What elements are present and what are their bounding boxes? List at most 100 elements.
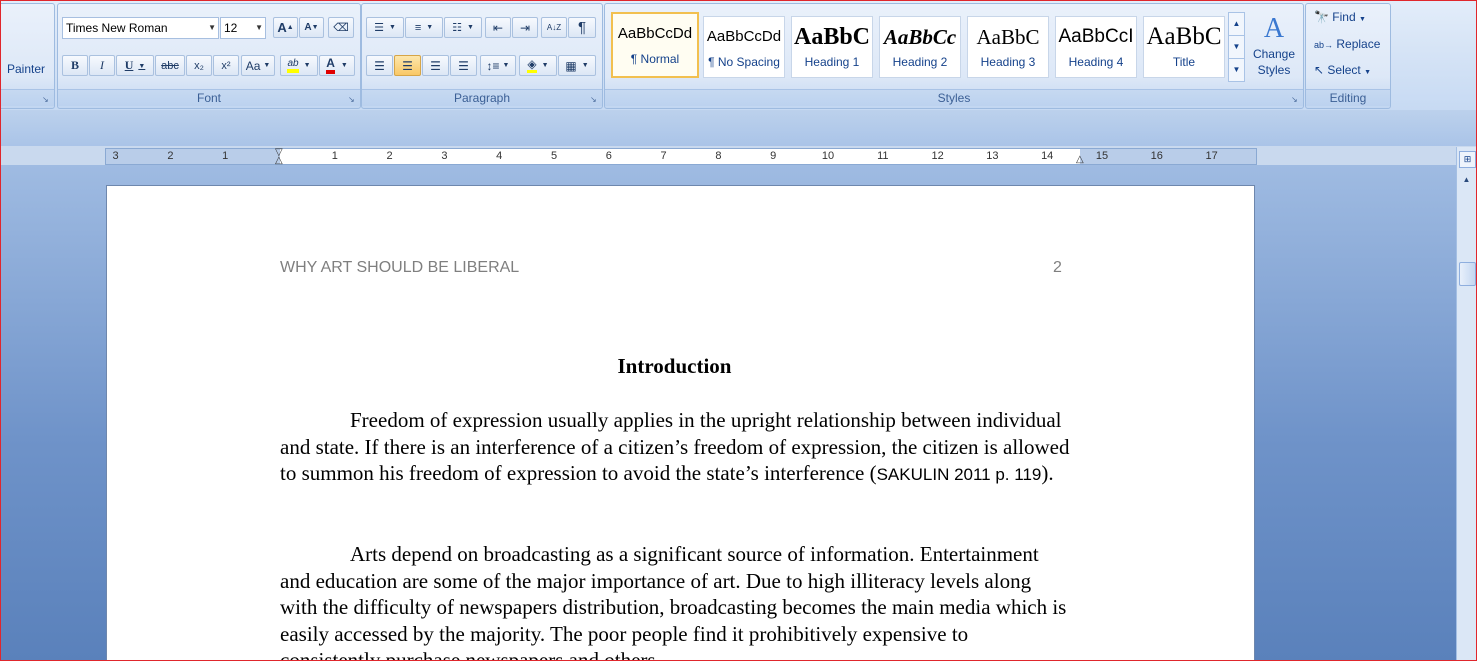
format-painter-button[interactable]: Painter (7, 62, 45, 76)
underline-button[interactable]: U ▼ (116, 55, 154, 76)
vertical-scrollbar[interactable]: ⊞ ▲ (1456, 147, 1477, 661)
paragraph-launcher-icon[interactable]: ↘ (590, 95, 599, 104)
ruler-tick-label: 9 (770, 150, 777, 162)
align-left-button[interactable]: ☰ (366, 55, 393, 76)
horizontal-ruler[interactable]: 3 2 1 1 2 3 4 5 6 7 8 9 10 11 12 13 14 15 16 17 ▽ △ △ (105, 148, 1257, 166)
bullets-button[interactable]: ☰ ▼ (366, 17, 404, 38)
font-color-button[interactable]: A ▼ (319, 55, 355, 76)
bold-button[interactable]: B (62, 55, 88, 76)
line-spacing-button[interactable]: ↕≡ ▼ (480, 55, 516, 76)
styles-scroll-up-icon[interactable]: ▲ (1228, 12, 1245, 36)
replace-button[interactable]: ab→ Replace (1314, 37, 1380, 51)
ruler-tick-label: 3 (441, 150, 448, 162)
subscript-button[interactable]: x₂ (186, 55, 212, 76)
multilevel-list-button[interactable]: ☷ ▼ (444, 17, 482, 38)
change-styles-button[interactable]: A Change Styles (1248, 12, 1300, 82)
chevron-down-icon: ▼ (426, 24, 434, 31)
style-heading-4[interactable]: AaBbCcI Heading 4 (1055, 16, 1137, 78)
ruler-toggle-icon[interactable]: ⊞ (1459, 151, 1476, 168)
ruler-tick-label: 6 (605, 150, 612, 162)
chevron-down-icon: ▼ (263, 62, 271, 69)
binoculars-icon: 🔭 (1314, 10, 1329, 24)
ruler-tick-label: 5 (550, 150, 558, 162)
style-name: Heading 3 (980, 55, 1036, 69)
style-heading-2[interactable]: AaBbCc Heading 2 (879, 16, 961, 78)
ruler-tick-label: 4 (496, 150, 503, 162)
select-button[interactable]: ↖ Select ▼ (1314, 63, 1371, 77)
styles-launcher-icon[interactable]: ↘ (1291, 95, 1300, 104)
style-title[interactable]: AaBbC Title (1143, 16, 1225, 78)
scroll-up-icon[interactable]: ▲ (1459, 173, 1474, 187)
scroll-thumb[interactable] (1459, 262, 1476, 286)
borders-button[interactable]: ▦ ▼ (558, 55, 596, 76)
shading-button[interactable]: ◈ ▼ (519, 55, 557, 76)
sort-button[interactable]: A↓Z (541, 17, 567, 38)
style-heading-3[interactable]: AaBbC Heading 3 (967, 16, 1049, 78)
numbering-button[interactable]: ≡ ▼ (405, 17, 443, 38)
chevron-down-icon: ▼ (502, 62, 510, 69)
bullets-icon: ☰ (374, 22, 384, 34)
justify-button[interactable]: ☰ (450, 55, 477, 76)
numbering-icon: ≡ (414, 21, 422, 34)
ruler-tick-label: 8 (715, 150, 722, 162)
styles-scroll-down-icon[interactable]: ▼ (1228, 35, 1245, 59)
align-center-button[interactable]: ☰ (394, 55, 421, 76)
font-group-label: Font (58, 89, 360, 106)
chevron-down-icon: ▼ (388, 24, 396, 31)
document-page[interactable]: WHY ART SHOULD BE LIBERAL 2 Introduction… (106, 185, 1255, 661)
left-indent-marker-icon[interactable]: △ (275, 156, 283, 166)
font-family-select[interactable]: Times New Roman ▼ (62, 17, 219, 39)
highlighter-icon: ab (287, 58, 299, 73)
font-group: Times New Roman ▼ 12 ▼ A ▲ A ▼ ⌫ B I U ▼ ab… (57, 3, 361, 109)
font-color-icon: A (326, 57, 335, 74)
ruler-tick-label: 10 (821, 150, 835, 162)
styles-group: AaBbCcDd ¶ Normal AaBbCcDd ¶ No Spacing … (604, 3, 1304, 109)
increase-indent-button[interactable]: ⇥ (512, 17, 538, 38)
strikethrough-icon: abc (161, 59, 179, 72)
style-name: ¶ Normal (630, 52, 680, 66)
clipboard-group: Painter ↘ (0, 3, 55, 109)
change-case-button[interactable]: Aa ▼ (241, 55, 275, 76)
italic-icon: I (100, 58, 104, 72)
find-button[interactable]: 🔭 Find ▼ (1314, 10, 1366, 24)
style-no-spacing[interactable]: AaBbCcDd ¶ No Spacing (703, 16, 785, 78)
grow-font-icon: A (277, 20, 287, 35)
style-heading-1[interactable]: AaBbC Heading 1 (791, 16, 873, 78)
ruler-left-margin (106, 149, 280, 164)
decrease-indent-button[interactable]: ⇤ (485, 17, 511, 38)
style-normal[interactable]: AaBbCcDd ¶ Normal (611, 12, 699, 78)
clear-formatting-button[interactable]: ⌫ (328, 17, 354, 38)
style-preview: AaBbC (1146, 23, 1222, 50)
grow-font-button[interactable]: A ▲ (273, 17, 298, 38)
page-number: 2 (1053, 259, 1062, 276)
italic-button[interactable]: I (89, 55, 115, 76)
paragraph-1-end: ). (1041, 461, 1054, 486)
chevron-down-icon: ▼ (303, 62, 311, 69)
style-name: ¶ No Spacing (708, 55, 780, 69)
editing-group-label: Editing (1306, 89, 1390, 106)
decrease-indent-icon: ⇤ (492, 20, 504, 35)
cursor-icon: ↖ (1314, 63, 1325, 77)
font-size-select[interactable]: 12 ▼ (220, 17, 266, 39)
superscript-button[interactable]: x² (213, 55, 239, 76)
clipboard-launcher-icon[interactable]: ↘ (42, 95, 51, 104)
font-launcher-icon[interactable]: ↘ (348, 95, 357, 104)
underline-icon: U (124, 58, 134, 72)
show-marks-button[interactable]: ¶ (568, 17, 596, 38)
strikethrough-button[interactable]: abc (155, 55, 185, 76)
right-indent-marker-icon[interactable]: △ (1076, 155, 1084, 165)
paragraph-group-label: Paragraph (362, 89, 602, 106)
shrink-font-button[interactable]: A ▼ (299, 17, 324, 38)
ruler-tick-label: 1 (331, 150, 338, 162)
style-name: Heading 4 (1068, 55, 1124, 69)
ribbon: Painter ↘ Times New Roman ▼ 12 ▼ A ▲ A ▼ ⌫… (0, 0, 1477, 111)
chevron-down-icon: ▼ (138, 61, 146, 70)
ruler-tick-label: 7 (660, 150, 667, 162)
highlight-button[interactable]: ab ▼ (280, 55, 318, 76)
style-preview: AaBbCcDd (706, 28, 782, 45)
ruler-tick-label: 17 (1205, 150, 1218, 162)
paint-bucket-icon: ◈ (527, 57, 537, 73)
styles-more-icon[interactable]: ▼ (1228, 58, 1245, 82)
align-left-icon: ☰ (374, 58, 385, 73)
align-right-button[interactable]: ☰ (422, 55, 449, 76)
